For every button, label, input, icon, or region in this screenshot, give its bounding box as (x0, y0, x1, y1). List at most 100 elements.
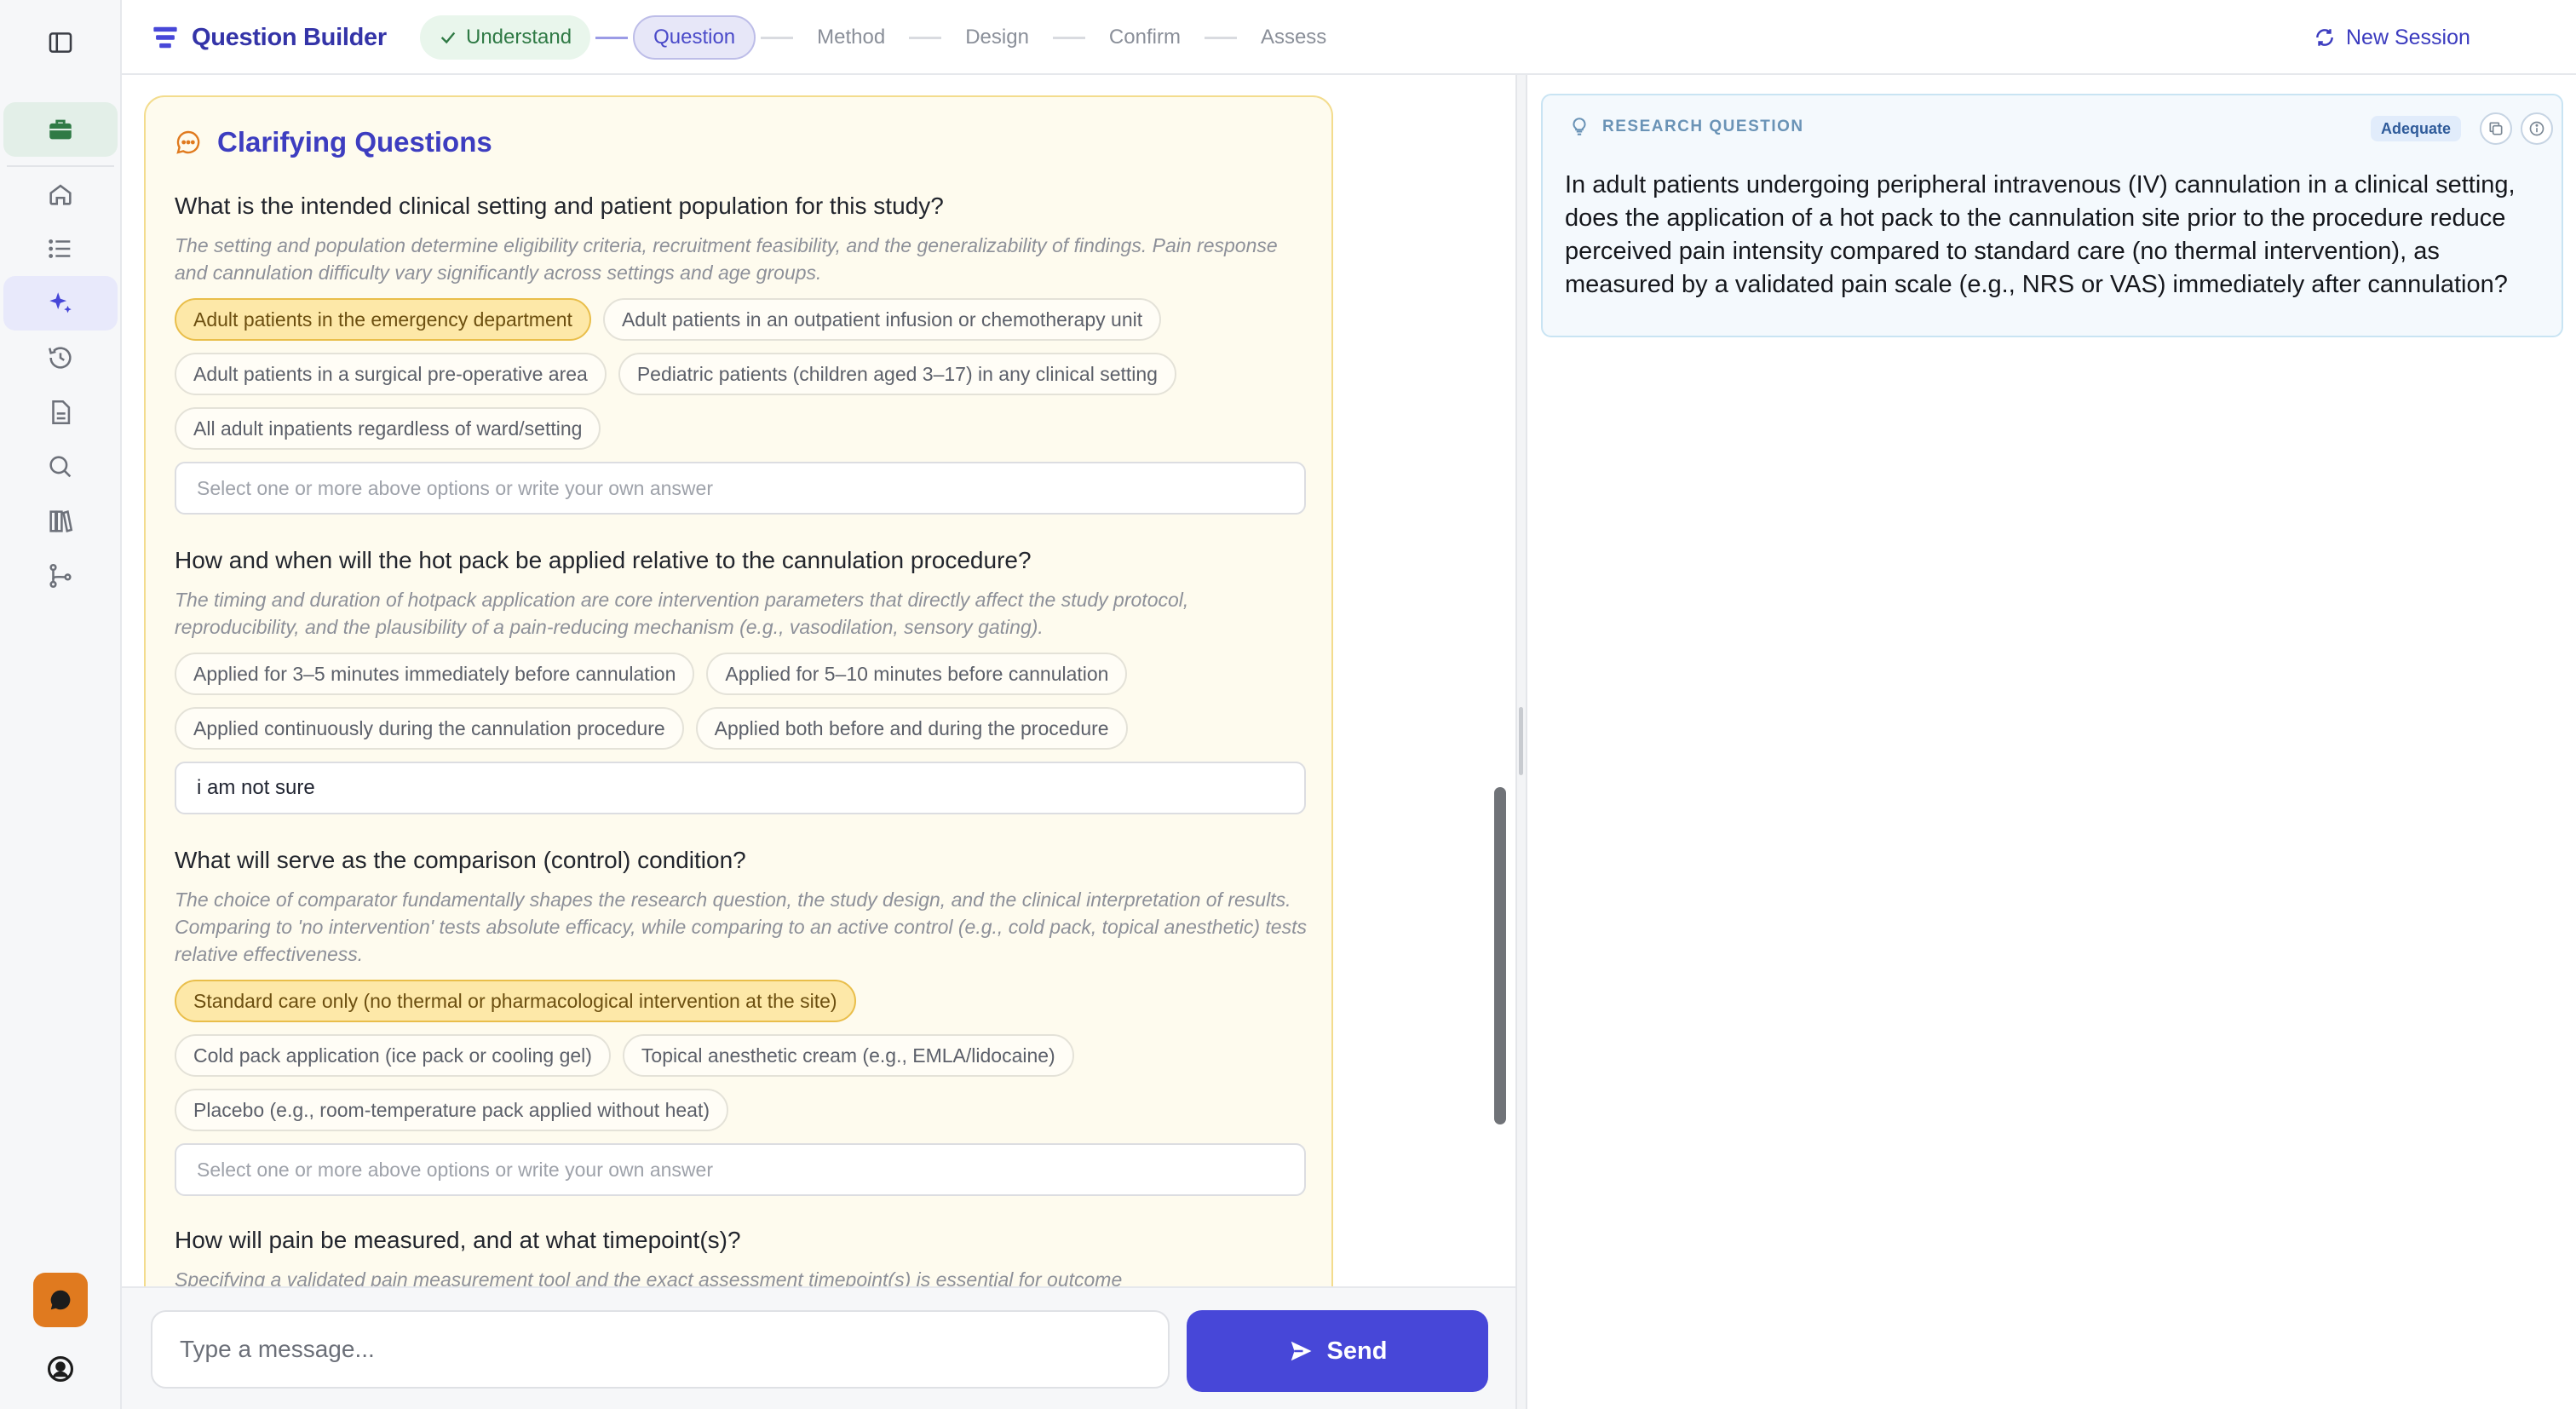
step-label: Design (965, 26, 1029, 49)
answer-input[interactable]: i am not sure (175, 762, 1306, 814)
card-header: Clarifying Questions (175, 126, 492, 158)
brand-title: Question Builder (192, 23, 387, 51)
question-description: The timing and duration of hotpack appli… (175, 589, 1189, 638)
sidebar-item-question-builder[interactable] (3, 276, 118, 331)
sidebar-item-home[interactable] (3, 167, 118, 221)
top-bar: Question Builder Understand Question Met… (122, 0, 2576, 75)
brand[interactable]: Question Builder (151, 20, 387, 55)
question-block: How and when will the hot pack be applie… (175, 547, 1308, 814)
step-connector (1204, 36, 1237, 39)
option-chip[interactable]: All adult inpatients regardless of ward/… (175, 407, 601, 450)
list-icon (49, 239, 71, 258)
option-chip[interactable]: Applied for 5–10 minutes before cannulat… (706, 653, 1128, 695)
option-chip[interactable]: Applied for 3–5 minutes immediately befo… (175, 653, 695, 695)
answer-input[interactable]: Select one or more above options or writ… (175, 1143, 1306, 1196)
quality-badge: Adequate (2371, 116, 2462, 141)
option-chip[interactable]: Topical anesthetic cream (e.g., EMLA/lid… (622, 1034, 1074, 1077)
sidebar-item-search[interactable] (3, 440, 118, 494)
option-chips: Applied for 3–5 minutes immediately befo… (175, 653, 1308, 750)
research-question-heading: RESEARCH QUESTION (1568, 116, 1804, 138)
send-button[interactable]: Send (1187, 1310, 1488, 1392)
option-chip[interactable]: Adult patients in an outpatient infusion… (602, 298, 1162, 341)
research-question-text: In adult patients undergoing peripheral … (1565, 171, 2516, 298)
send-label: Send (1326, 1337, 1388, 1365)
composer: Type a message... Send (122, 1286, 1515, 1409)
option-chips: Adult patients in the emergency departme… (175, 298, 1308, 450)
step-label: Assess (1260, 26, 1327, 49)
new-session-label: New Session (2346, 25, 2470, 49)
history-icon (49, 347, 72, 369)
document-icon (52, 400, 71, 425)
step-label: Method (817, 26, 886, 49)
step-connector (1052, 36, 1085, 39)
step-question[interactable]: Question (633, 15, 756, 60)
copy-icon[interactable] (2480, 112, 2512, 145)
step-confirm[interactable]: Confirm (1090, 15, 1199, 60)
lightbulb-icon (1573, 118, 1586, 135)
option-chip[interactable]: Applied both before and during the proce… (695, 707, 1128, 750)
question-title: What is the intended clinical setting an… (175, 193, 944, 219)
panel-toggle-icon[interactable] (3, 15, 118, 70)
step-understand[interactable]: Understand (420, 15, 591, 60)
option-chip[interactable]: Placebo (e.g., room-temperature pack app… (175, 1089, 728, 1131)
option-chips: Standard care only (no thermal or pharma… (175, 980, 1308, 1022)
clarify-panel: Clarifying Questions What is the intende… (122, 75, 1515, 1286)
step-label: Understand (466, 26, 572, 49)
home-icon (49, 184, 72, 205)
option-chip[interactable]: Standard care only (no thermal or pharma… (175, 980, 856, 1022)
layers-logo-icon (153, 26, 177, 49)
clarifying-questions-card: Clarifying Questions What is the intende… (144, 95, 1333, 1286)
briefcase-icon (49, 119, 72, 140)
sidebar-item-branches[interactable] (3, 549, 118, 603)
refresh-icon (2316, 29, 2333, 46)
send-icon (1291, 1341, 1312, 1361)
step-label: Question (653, 26, 736, 49)
research-question-card: RESEARCH QUESTION Adequate In adult pati… (1541, 94, 2563, 337)
option-chip[interactable]: Pediatric patients (children aged 3–17) … (618, 353, 1176, 395)
chat-dots-icon (176, 130, 200, 154)
sidebar (0, 0, 122, 1409)
card-title: Clarifying Questions (217, 126, 492, 158)
sidebar-item-library[interactable] (3, 494, 118, 549)
question-block: What will serve as the comparison (contr… (175, 847, 1308, 1196)
step-assess[interactable]: Assess (1242, 15, 1345, 60)
message-input[interactable]: Type a message... (151, 1310, 1170, 1389)
option-chips: Cold pack application (ice pack or cooli… (175, 1034, 1308, 1131)
option-chip[interactable]: Cold pack application (ice pack or cooli… (175, 1034, 611, 1077)
question-description: Specifying a validated pain measurement … (175, 1268, 1123, 1286)
answer-input[interactable]: Select one or more above options or writ… (175, 462, 1306, 515)
question-title: How and when will the hot pack be applie… (175, 547, 1032, 573)
sparkle-icon (49, 292, 72, 313)
research-question-panel: RESEARCH QUESTION Adequate In adult pati… (1527, 75, 2576, 1409)
info-circle-icon[interactable] (2521, 112, 2553, 145)
research-question-label: RESEARCH QUESTION (1602, 118, 1804, 135)
new-session-button[interactable]: New Session (2314, 19, 2470, 56)
question-description: The setting and population determine eli… (175, 234, 1278, 284)
question-title: How will pain be measured, and at what t… (175, 1227, 741, 1253)
step-connector (595, 36, 629, 39)
sidebar-item-history[interactable] (3, 331, 118, 385)
question-block: How will pain be measured, and at what t… (175, 1227, 1308, 1286)
option-chip[interactable]: Adult patients in a surgical pre-operati… (175, 353, 607, 395)
resize-grip[interactable] (1519, 707, 1523, 775)
option-chip[interactable]: Applied continuously during the cannulat… (175, 707, 684, 750)
step-method[interactable]: Method (798, 15, 904, 60)
git-branch-icon (49, 563, 72, 589)
question-title: What will serve as the comparison (contr… (175, 847, 746, 873)
sidebar-item-list[interactable] (3, 221, 118, 276)
chat-bubble-icon[interactable] (33, 1273, 88, 1327)
option-chip[interactable]: Adult patients in the emergency departme… (175, 298, 591, 341)
sidebar-item-documents[interactable] (3, 385, 118, 440)
scrollbar-thumb[interactable] (1494, 787, 1506, 1124)
step-design[interactable]: Design (946, 15, 1048, 60)
step-connector (909, 36, 942, 39)
question-block: What is the intended clinical setting an… (175, 193, 1308, 515)
step-progress: Understand Question Method Design Confir… (420, 15, 1345, 60)
app-root: Question Builder Understand Question Met… (0, 0, 2576, 1409)
search-icon (49, 456, 72, 478)
sidebar-item-projects[interactable] (3, 102, 118, 157)
user-circle-icon[interactable] (37, 1346, 83, 1392)
question-description: The choice of comparator fundamentally s… (175, 889, 1307, 965)
step-connector (761, 36, 794, 39)
check-icon (440, 32, 456, 44)
